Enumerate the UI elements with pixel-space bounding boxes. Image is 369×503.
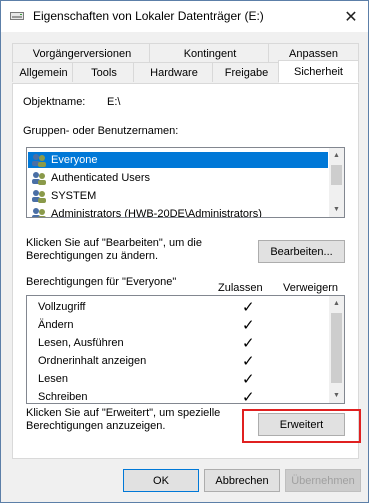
permissions-listbox[interactable]: Vollzugriff ✓ Ändern ✓ Lesen, Ausführen ✓ O… [26, 295, 345, 404]
users-icon [32, 172, 46, 185]
check-icon: ✓ [242, 371, 255, 388]
permission-row: Ändern ✓ [38, 317, 255, 334]
scroll-down-icon[interactable]: ▼ [329, 388, 344, 403]
close-button[interactable]: ✕ [334, 1, 368, 32]
permission-row: Lesen, Ausführen ✓ [38, 335, 255, 352]
allow-header: Zulassen [218, 282, 263, 294]
apply-button[interactable]: Übernehmen [285, 469, 361, 492]
ok-button[interactable]: OK [123, 469, 199, 492]
check-icon: ✓ [242, 389, 255, 404]
list-item-everyone[interactable]: Everyone [28, 152, 328, 168]
object-name-value: E:\ [107, 96, 121, 108]
tab-vorgaengerversionen[interactable]: Vorgängerversionen [12, 43, 152, 63]
list-item-system[interactable]: SYSTEM [28, 188, 328, 204]
close-icon: ✕ [344, 8, 358, 26]
groups-label: Gruppen- oder Benutzernamen: [23, 125, 179, 137]
check-icon: ✓ [242, 317, 255, 334]
properties-window: Eigenschaften von Lokaler Datenträger (E… [0, 0, 369, 503]
groups-listbox[interactable]: Everyone Authenticated Users SYSTEM Admi… [26, 147, 345, 218]
users-icon [32, 154, 46, 167]
scroll-thumb[interactable] [331, 165, 342, 185]
scroll-down-icon[interactable]: ▼ [329, 202, 344, 217]
permissions-label: Berechtigungen für "Everyone" [26, 276, 177, 288]
check-icon: ✓ [242, 299, 255, 316]
permission-row: Schreiben ✓ [38, 389, 255, 404]
check-icon: ✓ [242, 335, 255, 352]
drive-icon [10, 12, 24, 20]
tab-kontingent[interactable]: Kontingent [149, 43, 271, 63]
scroll-thumb[interactable] [331, 313, 342, 383]
deny-header: Verweigern [283, 282, 339, 294]
object-name-label: Objektname: [23, 96, 86, 108]
title-bar: Eigenschaften von Lokaler Datenträger (E… [1, 1, 368, 32]
permissions-scrollbar[interactable]: ▲ ▼ [329, 296, 344, 403]
permission-row: Lesen ✓ [38, 371, 255, 388]
edit-button[interactable]: Bearbeiten... [258, 240, 345, 263]
tab-allgemein[interactable]: Allgemein [12, 62, 75, 82]
tab-tools[interactable]: Tools [72, 62, 136, 82]
scroll-up-icon[interactable]: ▲ [329, 296, 344, 311]
users-icon [32, 208, 46, 217]
groups-scrollbar[interactable]: ▲ ▼ [329, 148, 344, 217]
advanced-button[interactable]: Erweitert [258, 413, 345, 436]
list-item-administrators[interactable]: Administrators (HWB-20DE\Administrators) [28, 206, 328, 217]
list-item-authenticated-users[interactable]: Authenticated Users [28, 170, 328, 186]
check-icon: ✓ [242, 353, 255, 370]
permission-row: Vollzugriff ✓ [38, 299, 255, 316]
scroll-up-icon[interactable]: ▲ [329, 148, 344, 163]
permission-row: Ordnerinhalt anzeigen ✓ [38, 353, 255, 370]
tab-hardware[interactable]: Hardware [133, 62, 215, 82]
window-title: Eigenschaften von Lokaler Datenträger (E… [33, 9, 264, 23]
users-icon [32, 190, 46, 203]
security-panel: Objektname: E:\ Gruppen- oder Benutzerna… [12, 83, 361, 459]
edit-hint: Klicken Sie auf "Bearbeiten", um die Ber… [26, 237, 202, 262]
tab-freigabe[interactable]: Freigabe [212, 62, 281, 82]
advanced-hint: Klicken Sie auf "Erweitert", um speziell… [26, 407, 221, 432]
tab-sicherheit[interactable]: Sicherheit [278, 60, 359, 83]
cancel-button[interactable]: Abbrechen [204, 469, 280, 492]
